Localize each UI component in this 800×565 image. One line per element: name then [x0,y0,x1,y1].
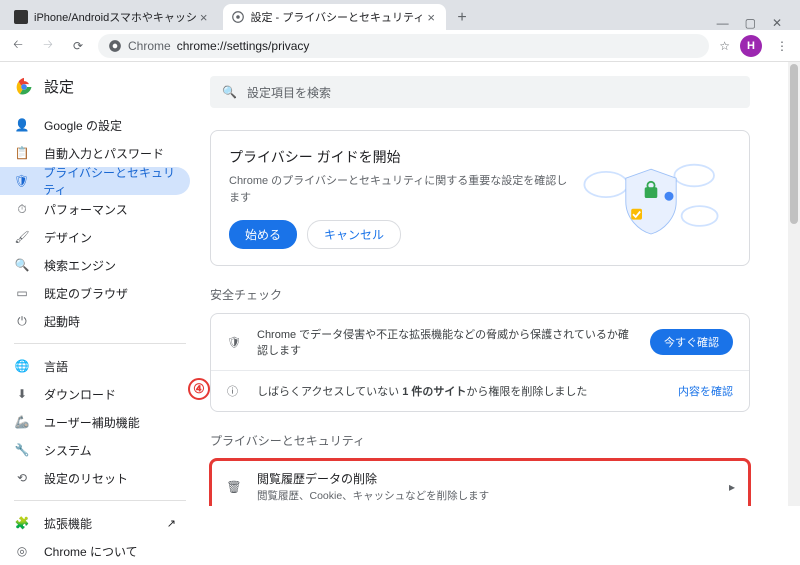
power-icon: ⏻ [14,314,30,329]
annotation-badge-4: ④ [188,378,210,400]
privacy-list: 🗑 閲覧履歴データの削除閲覧履歴、Cookie、キャッシュなどを削除します ▸ … [210,459,750,506]
privacy-row-clear-data[interactable]: 🗑 閲覧履歴データの削除閲覧履歴、Cookie、キャッシュなどを削除します ▸ [211,460,749,506]
guide-start-button[interactable]: 始める [229,220,297,249]
profile-avatar[interactable]: H [740,35,762,57]
autofill-icon: 📋 [14,146,30,160]
safety-row-text: Chrome でデータ侵害や不正な拡張機能などの脅威から保護されているか確認しま… [257,326,638,358]
sidebar-item-downloads[interactable]: ⬇ダウンロード [0,380,190,408]
safety-check-button[interactable]: 今すぐ確認 [650,329,733,355]
settings-sidebar: 設定 👤Google の設定 📋自動入力とパスワード 🛡プライバシーとセキュリテ… [0,62,200,506]
chrome-icon: ◎ [14,544,30,558]
sidebar-item-appearance[interactable]: 🖌デザイン [0,223,190,251]
browser-icon: ▭ [14,286,30,300]
shield-icon: 🛡 [14,174,29,188]
guide-illustration [571,147,731,249]
sidebar-item-privacy[interactable]: 🛡プライバシーとセキュリティ [0,167,190,195]
browser-tab[interactable]: iPhone/Androidスマホやキャッシ × [6,4,219,30]
safety-row-text: しばらくアクセスしていない 1 件のサイトから権限を削除しました [257,383,666,399]
reload-button[interactable]: ⟳ [68,36,88,56]
search-icon: 🔍 [14,258,30,272]
minimize-icon[interactable]: — [717,16,729,30]
guide-cancel-button[interactable]: キャンセル [307,220,401,249]
brush-icon: 🖌 [14,230,30,244]
download-icon: ⬇ [14,387,30,401]
scrollbar-thumb[interactable] [790,64,798,224]
reset-icon: ⟲ [14,471,30,485]
sidebar-divider [14,500,186,501]
safety-row-main: 🛡 Chrome でデータ侵害や不正な拡張機能などの脅威から保護されているか確認… [211,314,749,370]
close-icon[interactable]: × [424,10,438,25]
browser-toolbar: 🡠 🡢 ⟳ Chrome chrome://settings/privacy ☆… [0,30,800,62]
sidebar-item-performance[interactable]: ⏱パフォーマンス [0,195,190,223]
safety-review-link[interactable]: 内容を確認 [678,383,733,399]
settings-main: 🔍 設定項目を検索 プライバシー ガイドを開始 Chrome のプライバシーとセ… [200,62,800,506]
chevron-right-icon: ▸ [729,480,735,494]
tab-title: iPhone/Androidスマホやキャッシ [34,9,197,25]
menu-icon[interactable]: ⋮ [772,36,792,56]
chrome-logo-icon [14,77,34,97]
sidebar-item-default-browser[interactable]: ▭既定のブラウザ [0,279,190,307]
settings-search[interactable]: 🔍 設定項目を検索 [210,76,750,108]
sidebar-item-extensions[interactable]: 🧩拡張機能↗ [0,509,190,537]
speed-icon: ⏱ [14,202,30,217]
privacy-guide-card: プライバシー ガイドを開始 Chrome のプライバシーとセキュリティに関する重… [210,130,750,266]
back-button[interactable]: 🡠 [8,36,28,56]
guide-title: プライバシー ガイドを開始 [229,147,571,167]
tab-title: 設定 - プライバシーとセキュリティ [251,9,425,25]
sidebar-divider [14,343,186,344]
safety-check-title: 安全チェック [210,286,750,303]
settings-icon [231,10,245,24]
settings-content: 設定 👤Google の設定 📋自動入力とパスワード 🛡プライバシーとセキュリテ… [0,62,800,506]
sidebar-item-google[interactable]: 👤Google の設定 [0,111,190,139]
extension-icon: 🧩 [14,516,30,530]
forward-button[interactable]: 🡢 [38,36,58,56]
new-tab-button[interactable]: + [450,6,474,30]
sidebar-item-reset[interactable]: ⟲設定のリセット [0,464,190,492]
search-placeholder: 設定項目を検索 [247,84,331,101]
maximize-icon[interactable]: ▢ [745,16,756,30]
close-icon[interactable]: × [197,10,211,25]
sidebar-item-about[interactable]: ◎Chrome について [0,537,190,565]
address-bar[interactable]: Chrome chrome://settings/privacy [98,34,709,58]
settings-heading: 設定 [44,76,74,97]
external-link-icon: ↗ [167,517,176,530]
shield-check-icon: 🛡 [227,336,245,349]
bookmark-star-icon[interactable]: ☆ [719,39,730,53]
guide-desc: Chrome のプライバシーとセキュリティに関する重要な設定を確認します [229,173,571,206]
tab-favicon [14,10,28,24]
browser-tab-active[interactable]: 設定 - プライバシーとセキュリティ × [223,4,447,30]
sidebar-item-accessibility[interactable]: 🦾ユーザー補助機能 [0,408,190,436]
system-icon: 🔧 [14,443,30,457]
app-title: 設定 [0,76,200,111]
sidebar-item-search[interactable]: 🔍検索エンジン [0,251,190,279]
person-icon: 👤 [14,118,30,132]
sidebar-item-autofill[interactable]: 📋自動入力とパスワード [0,139,190,167]
omnibox-url: chrome://settings/privacy [177,39,310,53]
sidebar-item-languages[interactable]: 🌐言語 [0,352,190,380]
omnibox-product: Chrome [128,39,171,53]
chrome-icon [108,39,122,53]
accessibility-icon: 🦾 [14,415,30,429]
privacy-section-title: プライバシーとセキュリティ [210,432,750,449]
search-icon: 🔍 [222,85,237,99]
globe-icon: 🌐 [14,359,30,373]
safety-check-card: 🛡 Chrome でデータ侵害や不正な拡張機能などの脅威から保護されているか確認… [210,313,750,412]
info-icon: ⓘ [227,383,245,399]
safety-row-perms: ⓘ しばらくアクセスしていない 1 件のサイトから権限を削除しました 内容を確認 [211,370,749,411]
window-controls: — ▢ ✕ [717,16,794,30]
browser-tabstrip: iPhone/Androidスマホやキャッシ × 設定 - プライバシーとセキュ… [0,0,800,30]
sidebar-item-startup[interactable]: ⏻起動時 [0,307,190,335]
trash-icon: 🗑 [225,480,243,494]
close-window-icon[interactable]: ✕ [772,16,782,30]
sidebar-item-system[interactable]: 🔧システム [0,436,190,464]
